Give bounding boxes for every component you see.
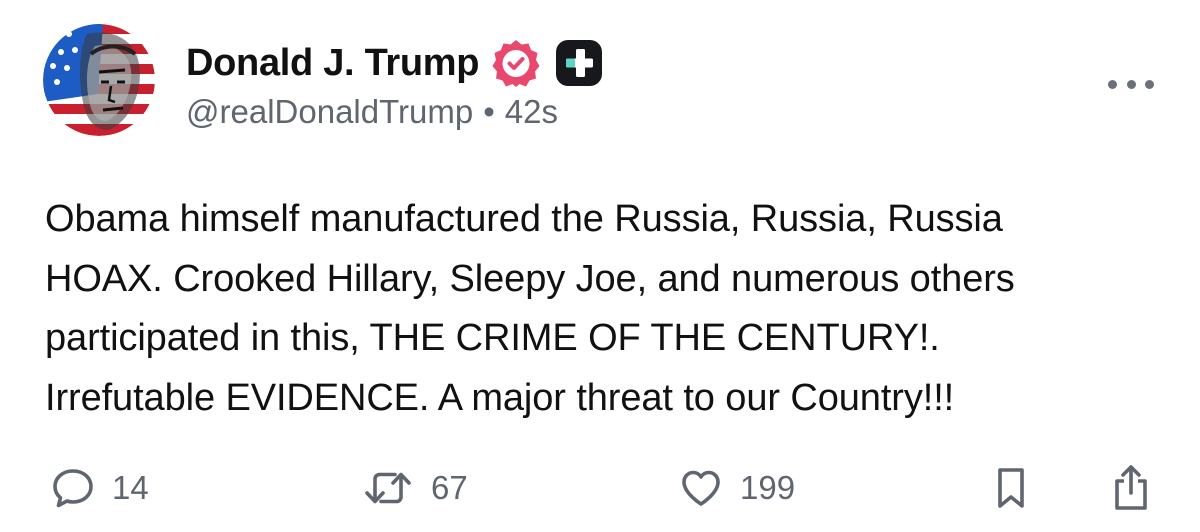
bookmark-button[interactable] bbox=[992, 458, 1030, 518]
share-icon bbox=[1115, 465, 1147, 510]
more-options-button[interactable] bbox=[1108, 72, 1154, 96]
post-text-line: Obama himself manufactured the Russia, R… bbox=[45, 198, 1003, 240]
post-card: Donald J. Trump @realDonaldTrump • 42s O… bbox=[0, 0, 1200, 532]
retruth-count: 67 bbox=[431, 469, 468, 506]
separator-dot: • bbox=[483, 93, 495, 130]
post-text-line: HOAX. Crooked Hillary, Sleepy Joe, and n… bbox=[45, 257, 1015, 300]
post-header: Donald J. Trump @realDonaldTrump • 42s bbox=[186, 38, 603, 148]
share-button[interactable] bbox=[1111, 458, 1151, 518]
post-text-line: participated in this, THE CRIME OF THE C… bbox=[45, 317, 940, 359]
avatar-image bbox=[43, 24, 155, 136]
action-bar: 14 67 199 bbox=[0, 458, 1200, 518]
retruth-button[interactable]: 67 bbox=[361, 458, 468, 518]
repost-icon bbox=[365, 472, 411, 504]
heart-icon bbox=[682, 470, 720, 506]
verified-badge-icon bbox=[492, 40, 540, 87]
comment-icon bbox=[53, 469, 93, 508]
avatar[interactable] bbox=[43, 24, 155, 136]
like-count: 199 bbox=[740, 469, 796, 506]
user-handle[interactable]: @realDonaldTrump bbox=[186, 93, 473, 131]
plus-badge-icon bbox=[556, 40, 603, 86]
more-dot bbox=[1145, 79, 1154, 89]
bookmark-icon bbox=[998, 468, 1024, 508]
name-row: Donald J. Trump bbox=[186, 38, 603, 88]
post-timestamp[interactable]: 42s bbox=[505, 93, 558, 131]
handle-row: @realDonaldTrump • 42s bbox=[186, 93, 603, 131]
reply-count: 14 bbox=[112, 469, 149, 506]
reply-button[interactable]: 14 bbox=[50, 458, 149, 518]
display-name[interactable]: Donald J. Trump bbox=[186, 42, 480, 85]
more-dot bbox=[1126, 79, 1136, 89]
post-text: Obama himself manufactured the Russia, R… bbox=[45, 190, 1165, 428]
post-text-line: Irrefutable EVIDENCE. A major threat to … bbox=[45, 376, 955, 419]
more-horizontal-icon bbox=[1108, 79, 1117, 89]
like-button[interactable]: 199 bbox=[678, 458, 795, 518]
